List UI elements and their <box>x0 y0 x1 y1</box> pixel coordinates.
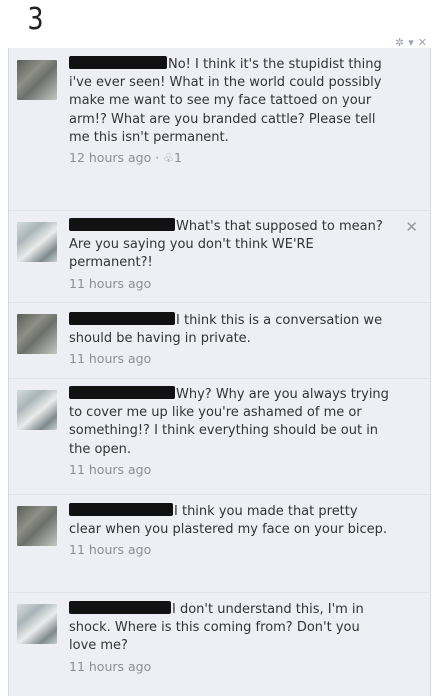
comment-item: I think this is a conversation we should… <box>9 302 430 379</box>
comment-meta: 11 hours ago <box>69 541 389 559</box>
comment-text: No! I think it's the stupidist thing i'v… <box>69 57 382 145</box>
comment-body: I don't understand this, I'm in shock. W… <box>69 601 389 676</box>
comment-body: No! I think it's the stupidist thing i'v… <box>69 56 389 167</box>
comment-meta: 12 hours ago · ♧1 <box>69 149 389 167</box>
timestamp[interactable]: 11 hours ago <box>69 542 151 557</box>
author-name-redacted[interactable] <box>69 312 175 325</box>
timestamp[interactable]: 11 hours ago <box>69 462 151 477</box>
comment-meta: 11 hours ago <box>69 461 389 479</box>
avatar[interactable] <box>17 506 57 546</box>
comment-item: No! I think it's the stupidist thing i'v… <box>9 48 430 211</box>
author-name-redacted[interactable] <box>69 218 175 231</box>
like-icon[interactable]: ♧ <box>163 151 174 165</box>
comment-body: Why? Why are you always trying to cover … <box>69 386 389 479</box>
comment-meta: 11 hours ago <box>69 275 389 293</box>
author-name-redacted[interactable] <box>69 386 175 399</box>
avatar[interactable] <box>17 60 57 100</box>
avatar[interactable] <box>17 604 57 644</box>
comment-item: What's that supposed to mean? Are you sa… <box>9 210 430 303</box>
page-number: 3 <box>27 2 44 37</box>
meta-separator: · <box>151 150 164 166</box>
author-name-redacted[interactable] <box>69 503 173 516</box>
comment-item: Why? Why are you always trying to cover … <box>9 378 430 495</box>
avatar[interactable] <box>17 390 57 430</box>
comment-body: I think this is a conversation we should… <box>69 312 389 369</box>
timestamp[interactable]: 11 hours ago <box>69 659 151 674</box>
comment-body: What's that supposed to mean? Are you sa… <box>69 218 389 293</box>
timestamp[interactable]: 11 hours ago <box>69 351 151 366</box>
timestamp[interactable]: 12 hours ago <box>69 150 151 165</box>
timestamp[interactable]: 11 hours ago <box>69 276 151 291</box>
like-count[interactable]: 1 <box>174 150 182 165</box>
comment-meta: 11 hours ago <box>69 658 389 676</box>
comment-meta: 11 hours ago <box>69 350 389 368</box>
author-name-redacted[interactable] <box>69 56 167 69</box>
author-name-redacted[interactable] <box>69 601 171 614</box>
avatar[interactable] <box>17 222 57 262</box>
comment-item: I think you made that pretty clear when … <box>9 494 430 593</box>
comment-thread: No! I think it's the stupidist thing i'v… <box>8 48 431 696</box>
delete-comment-icon[interactable]: ✕ <box>405 218 418 236</box>
comment-body: I think you made that pretty clear when … <box>69 503 389 560</box>
avatar[interactable] <box>17 314 57 354</box>
comment-item: I don't understand this, I'm in shock. W… <box>9 592 430 696</box>
